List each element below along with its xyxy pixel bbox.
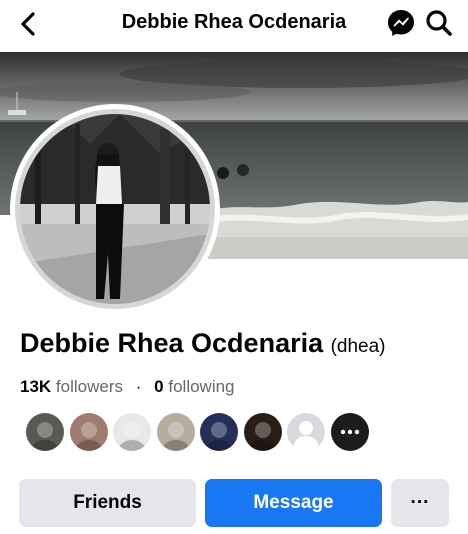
- message-button[interactable]: Message: [205, 479, 382, 527]
- follower-avatar[interactable]: [25, 412, 65, 452]
- message-button-label: Message: [253, 492, 334, 513]
- top-nav-bar: Debbie Rhea Ocdenaria: [0, 0, 468, 48]
- following-link[interactable]: 0 following: [154, 377, 234, 396]
- follower-avatar[interactable]: [68, 412, 109, 452]
- messenger-icon[interactable]: [386, 8, 416, 38]
- follow-stats: 13K followers · 0 following: [20, 377, 235, 397]
- followers-count: 13K: [20, 377, 52, 396]
- more-followers-icon[interactable]: [329, 412, 370, 452]
- followers-link[interactable]: 13K followers: [20, 377, 128, 396]
- follower-avatar[interactable]: [155, 412, 196, 452]
- stats-separator: ·: [135, 377, 142, 396]
- following-label: following: [168, 377, 235, 396]
- more-options-icon: ···: [410, 492, 430, 513]
- friends-button-label: Friends: [73, 492, 142, 513]
- follower-avatar[interactable]: [242, 412, 283, 452]
- follower-avatar[interactable]: [199, 412, 239, 452]
- profile-name: Debbie Rhea Ocdenaria: [20, 328, 324, 358]
- profile-alternate-name: (dhea): [330, 336, 386, 357]
- follower-avatar[interactable]: [286, 412, 326, 452]
- search-icon[interactable]: [424, 8, 454, 38]
- following-count: 0: [154, 377, 164, 396]
- profile-picture[interactable]: [10, 104, 220, 314]
- profile-photo-image: [15, 109, 215, 309]
- friends-button[interactable]: Friends: [19, 479, 196, 527]
- followers-label: followers: [55, 377, 124, 396]
- more-options-button[interactable]: ···: [391, 479, 449, 527]
- profile-name-row: Debbie Rhea Ocdenaria (dhea): [20, 328, 385, 359]
- follower-avatar[interactable]: [112, 412, 152, 452]
